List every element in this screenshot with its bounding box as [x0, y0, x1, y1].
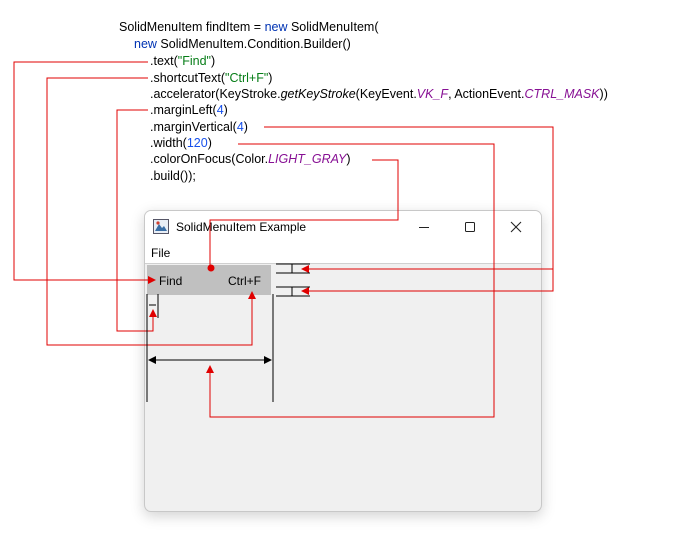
code-text: , ActionEvent.	[448, 87, 525, 101]
code-text: ))	[599, 87, 608, 101]
code-text: .marginLeft(	[150, 103, 217, 117]
code-number: 4	[216, 103, 224, 117]
code-text: .marginVertical(	[150, 120, 237, 134]
menu-file[interactable]: File	[151, 246, 170, 260]
close-button[interactable]	[493, 211, 539, 243]
code-text: .build());	[150, 169, 196, 183]
code-text: SolidMenuItem(	[287, 20, 379, 34]
code-constant: LIGHT_GRAY	[268, 152, 347, 166]
menu-bar: File	[145, 243, 541, 264]
code-string: "Ctrl+F"	[225, 71, 269, 85]
code-line-5: .accelerator(KeyStroke.getKeyStroke(KeyE…	[150, 86, 608, 102]
code-line-4: .shortcutText("Ctrl+F")	[150, 70, 272, 86]
maximize-icon	[465, 222, 475, 232]
menu-item-text: Find	[159, 274, 183, 288]
code-line-6: .marginLeft(4)	[150, 102, 228, 118]
code-string: "Find"	[177, 54, 211, 68]
code-line-8: .width(120)	[150, 135, 212, 151]
code-line-3: .text("Find")	[150, 53, 215, 69]
code-keyword: new	[134, 37, 157, 51]
code-number: 4	[236, 120, 244, 134]
code-text: (KeyEvent.	[355, 87, 417, 101]
code-text: .width(	[150, 136, 187, 150]
menu-item-shortcut: Ctrl+F	[228, 274, 261, 288]
code-text: SolidMenuItem.Condition.Builder()	[156, 37, 351, 51]
arrow-text	[13, 61, 156, 284]
code-line-10: .build());	[150, 168, 196, 184]
code-text: )	[207, 136, 212, 150]
maximize-button[interactable]	[447, 211, 493, 243]
app-window: SolidMenuItem Example File Find Ctrl+F	[144, 210, 542, 512]
code-line-1: SolidMenuItem findItem = new SolidMenuIt…	[119, 19, 379, 35]
app-icon	[153, 219, 169, 234]
code-line-2: new SolidMenuItem.Condition.Builder()	[134, 36, 351, 52]
code-text: SolidMenuItem findItem =	[119, 20, 265, 34]
code-text: .text(	[150, 54, 178, 68]
code-text: )	[346, 152, 351, 166]
code-text: .accelerator(KeyStroke.	[150, 87, 281, 101]
code-constant: VK_F	[416, 87, 449, 101]
close-icon	[510, 221, 522, 233]
code-number: 120	[186, 136, 208, 150]
code-snippet: SolidMenuItem findItem = new SolidMenuIt…	[0, 0, 608, 183]
code-text: )	[268, 71, 273, 85]
code-text: )	[223, 103, 228, 117]
code-text: )	[211, 54, 216, 68]
minimize-button[interactable]	[401, 211, 447, 243]
code-keyword: new	[264, 20, 288, 34]
code-method: getKeyStroke	[280, 87, 356, 101]
title-bar[interactable]: SolidMenuItem Example	[145, 211, 541, 243]
menu-item-find[interactable]: Find Ctrl+F	[147, 265, 271, 295]
code-line-7: .marginVertical(4)	[150, 119, 248, 135]
minimize-icon	[419, 227, 429, 228]
code-text: )	[243, 120, 248, 134]
window-title: SolidMenuItem Example	[176, 220, 307, 234]
code-constant: CTRL_MASK	[524, 87, 600, 101]
code-text: .shortcutText(	[150, 71, 226, 85]
code-text: .colorOnFocus(Color.	[150, 152, 269, 166]
code-line-9: .colorOnFocus(Color.LIGHT_GRAY)	[150, 151, 351, 167]
